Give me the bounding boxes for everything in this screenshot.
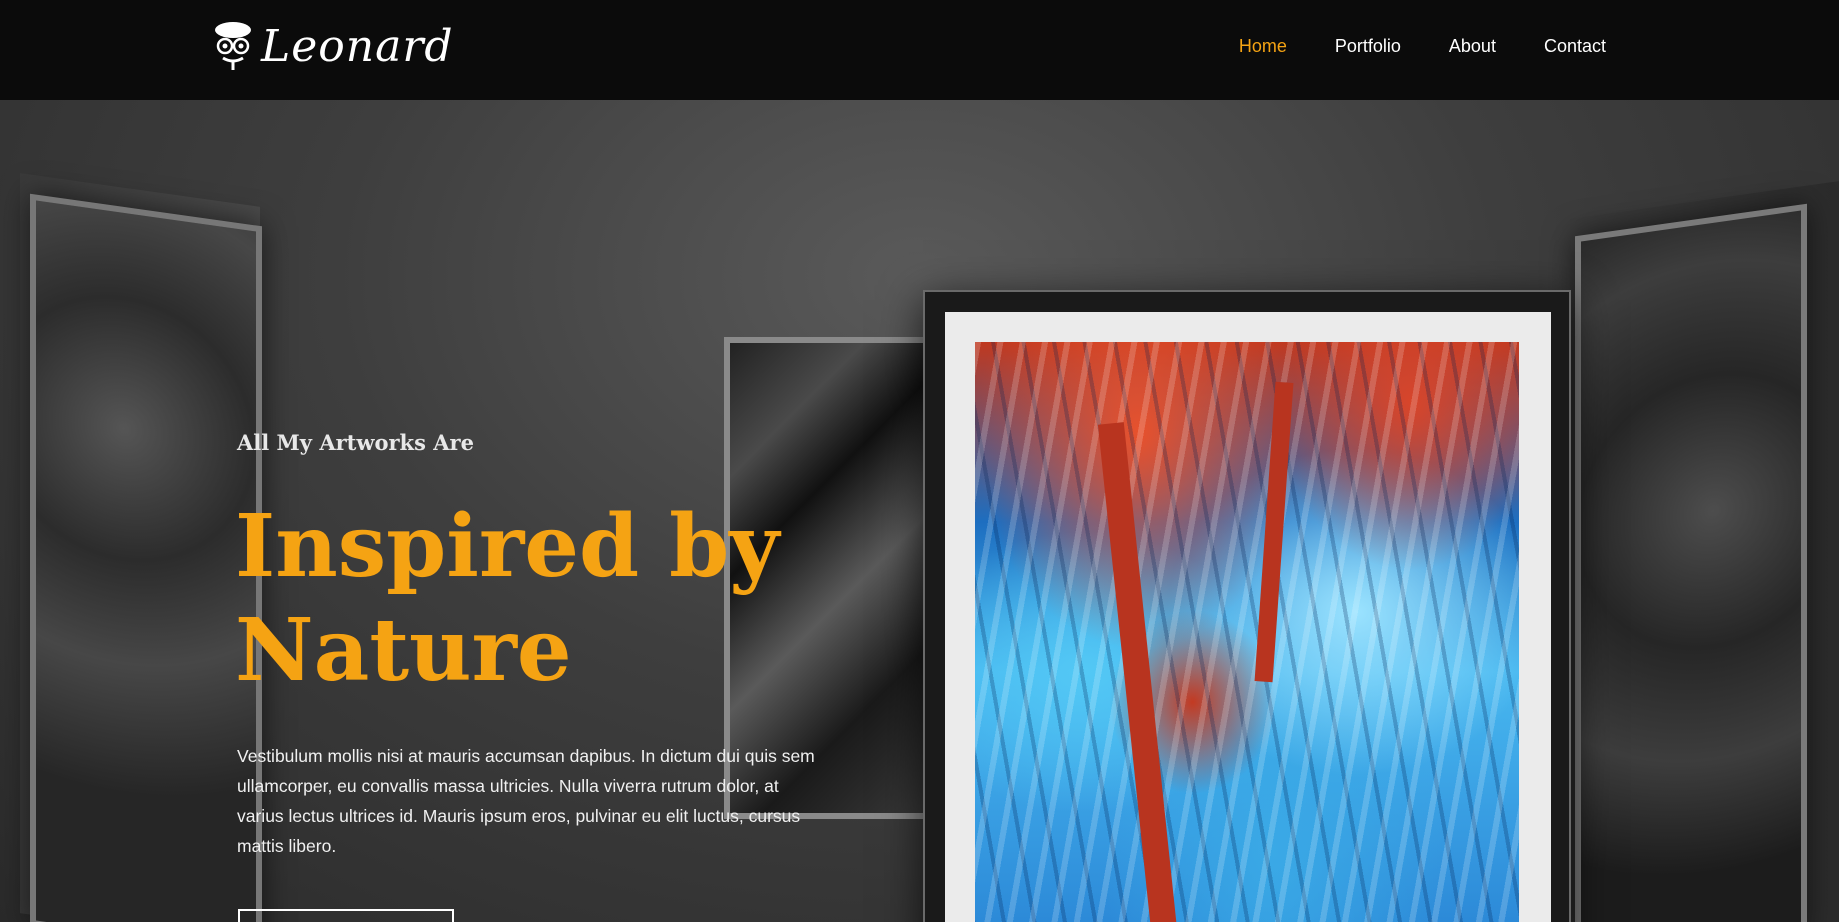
- hero-headline: Inspired by Nature: [235, 495, 875, 703]
- gallery-painting-left: [30, 193, 262, 922]
- brand-logo[interactable]: Leonard: [213, 16, 454, 76]
- main-nav: Home Portfolio About Contact: [1239, 36, 1606, 57]
- nav-home[interactable]: Home: [1239, 36, 1287, 57]
- artist-face-icon: [215, 22, 251, 70]
- gallery-painting-right: [1575, 203, 1807, 922]
- brand-name: Leonard: [261, 20, 454, 72]
- art-stroke: [1097, 422, 1179, 922]
- featured-artwork-image: [975, 342, 1519, 922]
- hero-cta-button[interactable]: [238, 909, 454, 922]
- hero-headline-line-1: Inspired by: [235, 496, 780, 597]
- featured-artwork-frame: [923, 290, 1571, 922]
- site-header: Leonard Home Portfolio About Contact: [0, 0, 1839, 100]
- hero-section: All My Artworks Are Inspired by Nature V…: [0, 0, 1839, 922]
- hero-description: Vestibulum mollis nisi at mauris accumsa…: [237, 746, 815, 856]
- hero-kicker: All My Artworks Are: [237, 430, 474, 455]
- artwork-mat: [945, 312, 1551, 922]
- art-stroke: [1254, 381, 1294, 683]
- nav-portfolio[interactable]: Portfolio: [1335, 36, 1401, 57]
- hero-headline-line-2: Nature: [235, 600, 572, 701]
- nav-about[interactable]: About: [1449, 36, 1496, 57]
- nav-contact[interactable]: Contact: [1544, 36, 1606, 57]
